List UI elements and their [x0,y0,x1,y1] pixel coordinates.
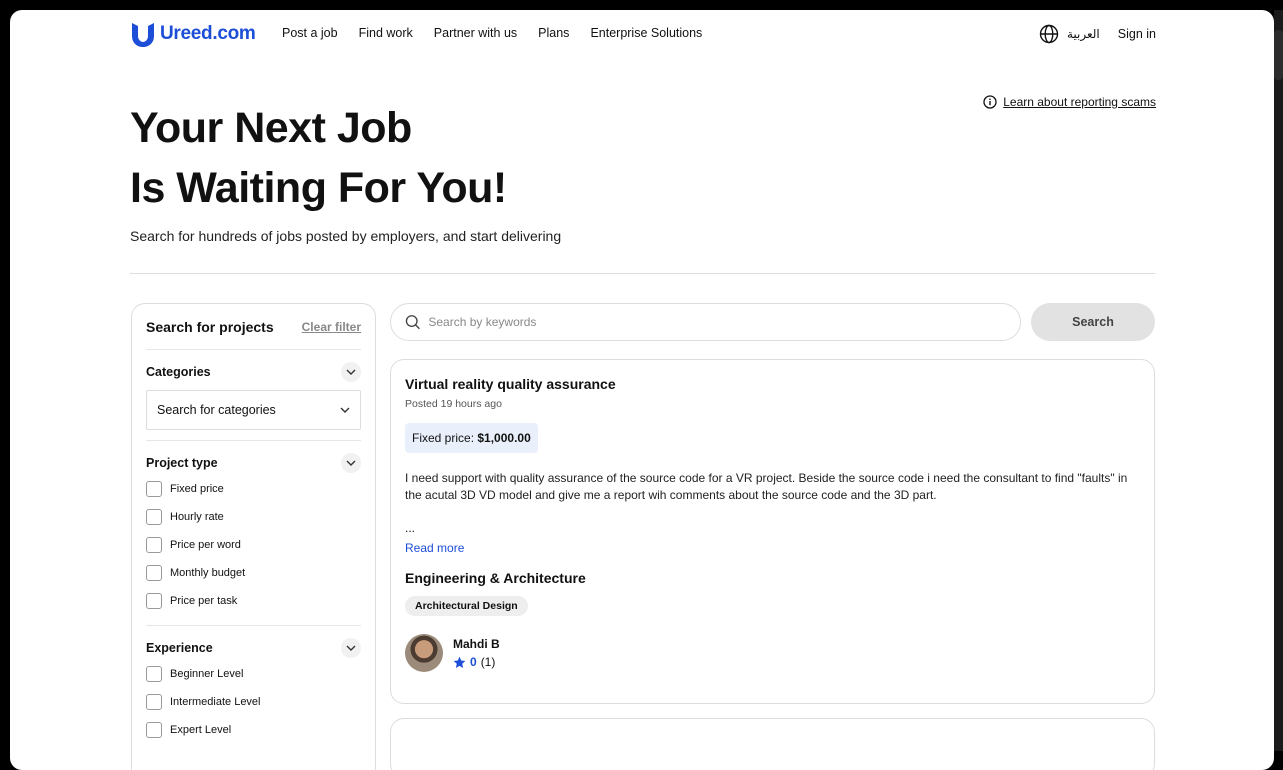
header-actions: العربية Sign in [1039,24,1156,44]
nav-post-a-job[interactable]: Post a job [282,26,338,40]
job-description: I need support with quality assurance of… [405,471,1128,502]
checkbox[interactable] [146,694,162,710]
search-button[interactable]: Search [1031,303,1155,341]
ureed-logo-icon [132,23,154,47]
price-badge: Fixed price: $1,000.00 [405,423,538,453]
site-header: Ureed.com Post a job Find work Partner w… [10,10,1274,58]
page-subtitle: Search for hundreds of jobs posted by em… [130,228,562,244]
checkbox-price-per-task[interactable]: Price per task [146,587,361,615]
page-title-line2: Is Waiting For You! [130,164,507,212]
rating-value: 0 [470,655,477,669]
checkbox-hourly-rate[interactable]: Hourly rate [146,503,361,531]
nav-plans[interactable]: Plans [538,26,569,40]
client-info: Mahdi B 0 (1) [405,634,1140,672]
keyword-search-box[interactable] [390,303,1021,341]
sign-in-link[interactable]: Sign in [1118,27,1156,41]
page-title-line1: Your Next Job [130,104,412,152]
checkbox[interactable] [146,537,162,553]
scrollbar-thumb[interactable] [1274,30,1283,80]
hero-divider [130,273,1155,274]
chevron-down-icon[interactable] [341,638,361,658]
brand-logo[interactable]: Ureed.com [130,20,256,48]
checkbox-label: Beginner Level [170,668,244,680]
main-nav: Post a job Find work Partner with us Pla… [282,26,702,40]
client-name: Mahdi B [453,637,500,651]
categories-section: Categories Search for categories [146,350,361,441]
avatar[interactable] [405,634,443,672]
checkbox-label: Price per task [170,595,238,607]
skill-tag: Architectural Design [405,596,528,616]
checkbox[interactable] [146,565,162,581]
price-label: Fixed price: [412,431,475,445]
checkbox-intermediate-level[interactable]: Intermediate Level [146,688,361,716]
chevron-down-icon [340,407,350,413]
checkbox-label: Fixed price [170,483,224,495]
chevron-down-icon[interactable] [341,362,361,382]
report-scams-link[interactable]: Learn about reporting scams [983,95,1156,109]
job-card-next[interactable] [390,718,1155,770]
checkbox[interactable] [146,481,162,497]
checkbox-expert-level[interactable]: Expert Level [146,716,361,744]
categories-label: Categories [146,365,211,379]
price-value: $1,000.00 [477,431,531,445]
search-input[interactable] [428,315,1006,329]
nav-partner-with-us[interactable]: Partner with us [434,26,517,40]
checkbox[interactable] [146,722,162,738]
checkbox-label: Hourly rate [170,511,224,523]
job-posted-time: Posted 19 hours ago [405,398,502,410]
page-title: Your Next Job Is Waiting For You! [130,98,507,218]
browser-window: Ureed.com Post a job Find work Partner w… [10,10,1274,770]
nav-find-work[interactable]: Find work [359,26,413,40]
chevron-down-icon[interactable] [341,453,361,473]
description-ellipsis: ... [405,521,416,535]
brand-name: Ureed.com [160,23,256,44]
experience-label: Experience [146,641,213,655]
scrollbar-track[interactable] [1274,10,1283,751]
project-type-label: Project type [146,456,218,470]
read-more-link[interactable]: Read more [405,541,1140,555]
checkbox-monthly-budget[interactable]: Monthly budget [146,559,361,587]
categories-dropdown-value: Search for categories [157,403,276,417]
project-type-header[interactable]: Project type [146,451,361,475]
project-type-section: Project type Fixed price Hourly rate Pri… [146,441,361,626]
checkbox-price-per-word[interactable]: Price per word [146,531,361,559]
job-card[interactable]: Virtual reality quality assurance Posted… [390,359,1155,704]
filter-header: Search for projects Clear filter [146,304,361,350]
globe-icon[interactable] [1039,24,1059,44]
report-scams-label: Learn about reporting scams [1003,95,1156,109]
checkbox[interactable] [146,666,162,682]
job-category: Engineering & Architecture [405,570,586,586]
experience-header[interactable]: Experience [146,636,361,660]
filter-title: Search for projects [146,318,274,335]
filter-sidebar: Search for projects Clear filter Categor… [131,303,376,770]
checkbox-label: Monthly budget [170,567,246,579]
client-rating: 0 (1) [453,655,500,669]
checkbox-beginner-level[interactable]: Beginner Level [146,660,361,688]
info-icon [983,95,997,109]
checkbox-label: Expert Level [170,724,232,736]
checkbox-fixed-price[interactable]: Fixed price [146,475,361,503]
job-title[interactable]: Virtual reality quality assurance [405,376,1140,392]
nav-enterprise-solutions[interactable]: Enterprise Solutions [590,26,702,40]
review-count: (1) [480,655,496,669]
experience-section: Experience Beginner Level Intermediate L… [146,626,361,754]
checkbox[interactable] [146,593,162,609]
checkbox[interactable] [146,509,162,525]
search-icon [405,315,420,330]
star-icon [453,656,466,668]
categories-header[interactable]: Categories [146,360,361,384]
clear-filter-button[interactable]: Clear filter [302,320,361,334]
checkbox-label: Price per word [170,539,241,551]
language-switch[interactable]: العربية [1067,27,1100,41]
checkbox-label: Intermediate Level [170,696,261,708]
categories-dropdown[interactable]: Search for categories [146,390,361,430]
